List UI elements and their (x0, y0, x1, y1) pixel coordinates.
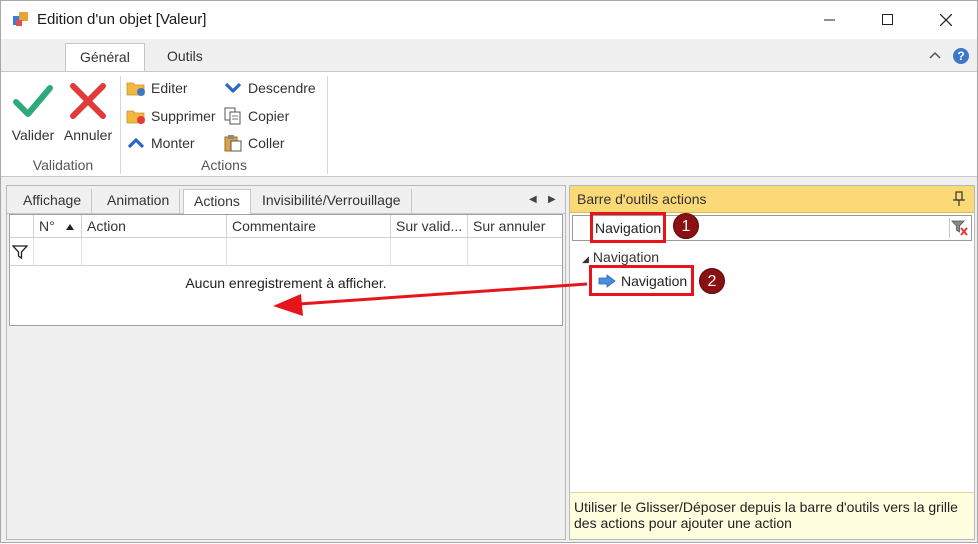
filter-cell[interactable] (82, 238, 227, 266)
svg-text:?: ? (957, 49, 964, 63)
filter-cell[interactable] (391, 238, 468, 266)
group-label-validation: Validation (32, 157, 94, 173)
panel-title: Barre d'outils actions (577, 191, 707, 207)
property-tabs: Affichage Animation Actions Invisibilité… (7, 186, 565, 215)
minimize-icon (824, 19, 835, 21)
column-header-action[interactable]: Action (82, 215, 227, 238)
ribbon-body: Valider Annuler Validation Editer Suppri… (1, 71, 977, 177)
column-header-numero[interactable]: N° (34, 215, 82, 238)
tab-invisibilite-verrouillage[interactable]: Invisibilité/Verrouillage (252, 189, 412, 214)
folder-delete-icon (126, 110, 145, 124)
editer-button[interactable]: Editer (126, 77, 188, 99)
tree-item-label: Navigation (621, 273, 688, 289)
filter-cell[interactable] (468, 238, 562, 266)
close-icon (940, 14, 952, 26)
group-separator (327, 76, 328, 174)
filter-cell[interactable] (10, 238, 34, 266)
tab-general[interactable]: Général (65, 43, 145, 72)
monter-button[interactable]: Monter (126, 132, 195, 154)
valider-button[interactable]: Valider (7, 78, 59, 146)
tab-outils[interactable]: Outils (153, 43, 217, 72)
window-title: Edition d'un objet [Valeur] (37, 11, 207, 28)
row-indicator-header (10, 215, 34, 238)
copy-icon (224, 107, 241, 125)
panel-header: Barre d'outils actions (570, 186, 974, 213)
help-footer: Utiliser le Glisser/Déposer depuis la ba… (570, 492, 974, 539)
chevron-down-icon (224, 82, 242, 93)
help-icon[interactable]: ? (952, 47, 970, 65)
descendre-button[interactable]: Descendre (223, 77, 316, 99)
ribbon-tab-strip: Général Outils ? (1, 39, 977, 72)
scroll-right-icon[interactable]: ▶ (548, 194, 556, 205)
actions-grid[interactable]: N° Action Commentaire Sur valid... Sur a… (9, 214, 563, 326)
maximize-icon (882, 14, 893, 25)
copier-button[interactable]: Copier (223, 105, 289, 127)
annuler-label: Annuler (63, 127, 113, 143)
annotation-badge-1: 1 (673, 213, 699, 239)
actions-grid-panel: Affichage Animation Actions Invisibilité… (6, 185, 566, 540)
grid-filter-row (10, 238, 562, 266)
valider-label: Valider (11, 127, 55, 143)
supprimer-label: Supprimer (151, 108, 216, 124)
coller-button[interactable]: Coller (223, 132, 285, 154)
column-header-label: N° (39, 218, 55, 234)
tree-item-navigation[interactable]: Navigation (594, 270, 691, 292)
actions-toolbar-panel: Barre d'outils actions ◢Navigation (569, 185, 975, 540)
app-icon (13, 12, 28, 26)
annotation-badge-2: 2 (699, 268, 725, 294)
maximize-button[interactable] (865, 1, 911, 39)
arrow-right-icon (598, 274, 616, 288)
collapse-ribbon-icon[interactable] (926, 47, 944, 65)
tree-expander-icon[interactable]: ◢ (582, 254, 589, 264)
copier-label: Copier (248, 108, 290, 124)
tree-group-label: Navigation (592, 249, 660, 265)
clear-filter-icon (951, 220, 968, 236)
annuler-button[interactable]: Annuler (62, 78, 114, 146)
pin-icon[interactable] (952, 191, 966, 207)
checkmark-icon (13, 85, 53, 117)
edit-object-window: Edition d'un objet [Valeur] Général Outi… (0, 0, 978, 543)
filter-icon (12, 245, 28, 260)
search-box (572, 215, 972, 241)
group-label-actions: Actions (201, 157, 247, 173)
tab-affichage[interactable]: Affichage (13, 189, 93, 214)
chevron-up-icon (127, 138, 145, 149)
minimize-button[interactable] (807, 1, 853, 39)
filter-cell[interactable] (227, 238, 391, 266)
supprimer-button[interactable]: Supprimer (126, 105, 216, 127)
scroll-left-icon[interactable]: ◀ (529, 194, 537, 205)
search-input[interactable] (591, 216, 667, 240)
monter-label: Monter (151, 135, 195, 151)
tab-animation[interactable]: Animation (97, 189, 181, 214)
cross-icon (70, 83, 106, 119)
coller-label: Coller (248, 135, 285, 151)
column-header-sur-validation[interactable]: Sur valid... (391, 215, 468, 238)
descendre-label: Descendre (248, 80, 316, 96)
empty-grid-message: Aucun enregistrement à afficher. (185, 275, 387, 291)
editer-label: Editer (151, 80, 188, 96)
title-bar: Edition d'un objet [Valeur] (1, 1, 977, 39)
paste-icon (224, 135, 242, 152)
close-button[interactable] (923, 1, 969, 39)
tree-group-navigation[interactable]: ◢ Navigation (582, 249, 659, 265)
tab-actions[interactable]: Actions (183, 189, 251, 215)
filter-cell[interactable] (34, 238, 82, 266)
grid-header: N° Action Commentaire Sur valid... Sur a… (10, 215, 562, 238)
sort-ascending-icon (66, 224, 74, 230)
column-header-sur-annuler[interactable]: Sur annuler (468, 215, 562, 238)
clear-filter-button[interactable] (949, 218, 969, 238)
column-header-commentaire[interactable]: Commentaire (227, 215, 391, 238)
folder-edit-icon (126, 82, 145, 96)
